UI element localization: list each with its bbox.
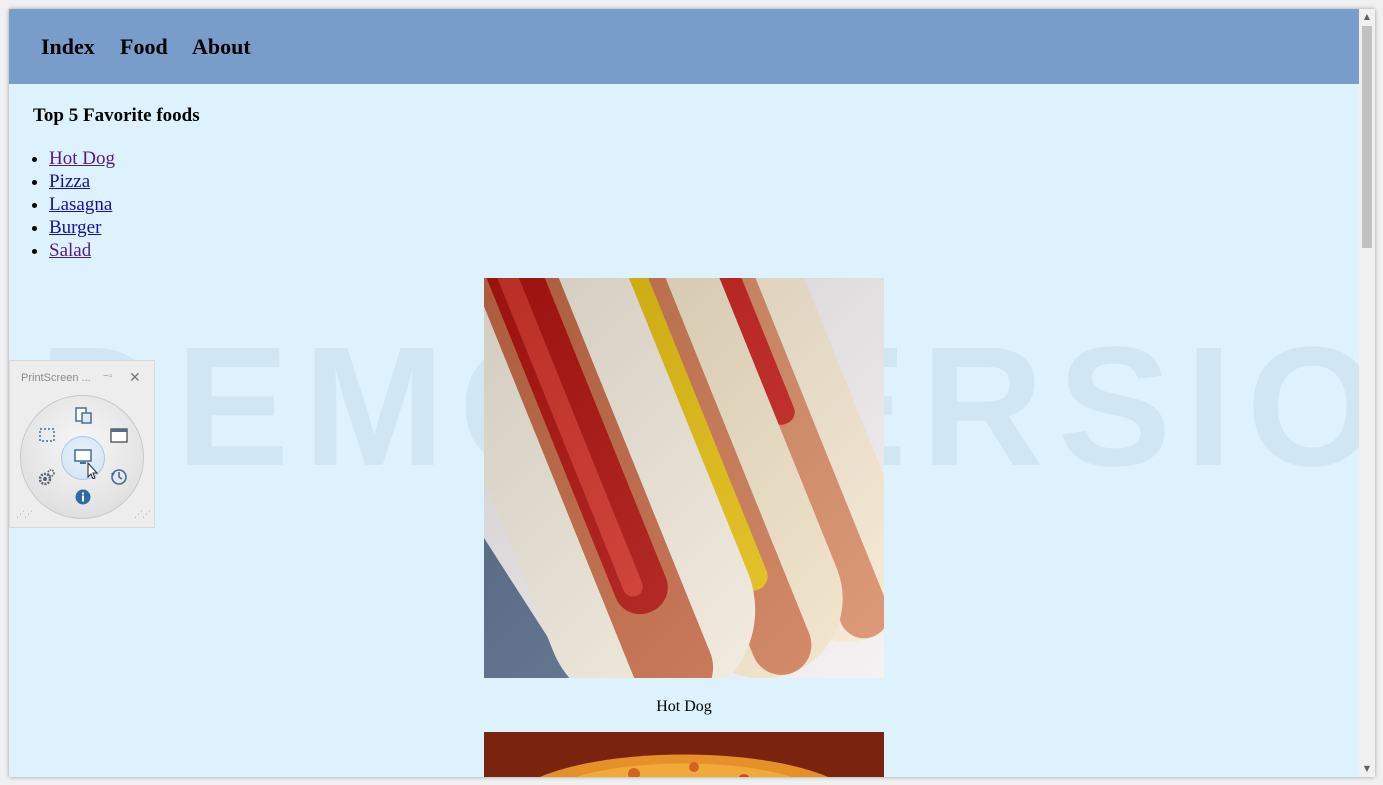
list-item: Pizza: [49, 170, 115, 193]
food-link-burger[interactable]: Burger: [49, 217, 101, 238]
food-link-salad[interactable]: Salad: [49, 240, 91, 261]
scroll-up-arrow-icon[interactable]: ▲: [1359, 9, 1375, 25]
scroll-down-arrow-icon[interactable]: ▼: [1359, 761, 1375, 777]
list-item: Burger: [49, 216, 115, 239]
info-icon[interactable]: [73, 487, 93, 507]
resize-grip-left-icon[interactable]: ⋰⋰: [16, 509, 33, 520]
pizza-image: [484, 732, 884, 777]
capture-dial: [20, 395, 144, 519]
favorite-foods-list: Hot Dog Pizza Lasagna Burger Salad: [33, 147, 115, 262]
food-link-lasagna[interactable]: Lasagna: [49, 194, 112, 215]
printscreen-title: PrintScreen ...: [21, 372, 91, 384]
page-heading: Top 5 Favorite foods: [33, 105, 200, 126]
food-link-hot-dog[interactable]: Hot Dog: [49, 148, 115, 169]
region-capture-icon[interactable]: [37, 425, 57, 445]
scrollbar-thumb[interactable]: [1362, 26, 1372, 248]
close-icon[interactable]: ✕: [129, 369, 141, 386]
nav-link-index[interactable]: Index: [41, 33, 95, 61]
printscreen-widget[interactable]: PrintScreen ... −▫ ✕ ⋰⋰ ⋰⋰: [9, 360, 155, 528]
pin-icon[interactable]: −▫: [103, 371, 112, 382]
nav-link-food[interactable]: Food: [120, 33, 168, 61]
hot-dog-image: [484, 278, 884, 678]
list-item: Hot Dog: [49, 147, 115, 170]
window-capture-icon[interactable]: [109, 426, 129, 446]
vertical-scrollbar[interactable]: ▲ ▼: [1359, 9, 1375, 777]
food-link-pizza[interactable]: Pizza: [49, 171, 90, 192]
list-item: Lasagna: [49, 193, 115, 216]
browser-window: Index Food About DEMO VERSION Top 5 Favo…: [9, 9, 1375, 777]
image-caption: Hot Dog: [656, 698, 712, 715]
nav-link-about[interactable]: About: [192, 33, 251, 61]
fullscreen-capture-button[interactable]: [61, 436, 105, 480]
top-navbar: Index Food About: [9, 9, 1359, 84]
history-icon[interactable]: [109, 467, 129, 487]
list-item: Salad: [49, 239, 115, 262]
page-viewport: Index Food About DEMO VERSION Top 5 Favo…: [9, 9, 1359, 777]
settings-gear-icon[interactable]: [37, 468, 57, 488]
clipboard-capture-icon[interactable]: [73, 405, 93, 425]
resize-grip-right-icon[interactable]: ⋰⋰: [134, 509, 151, 520]
